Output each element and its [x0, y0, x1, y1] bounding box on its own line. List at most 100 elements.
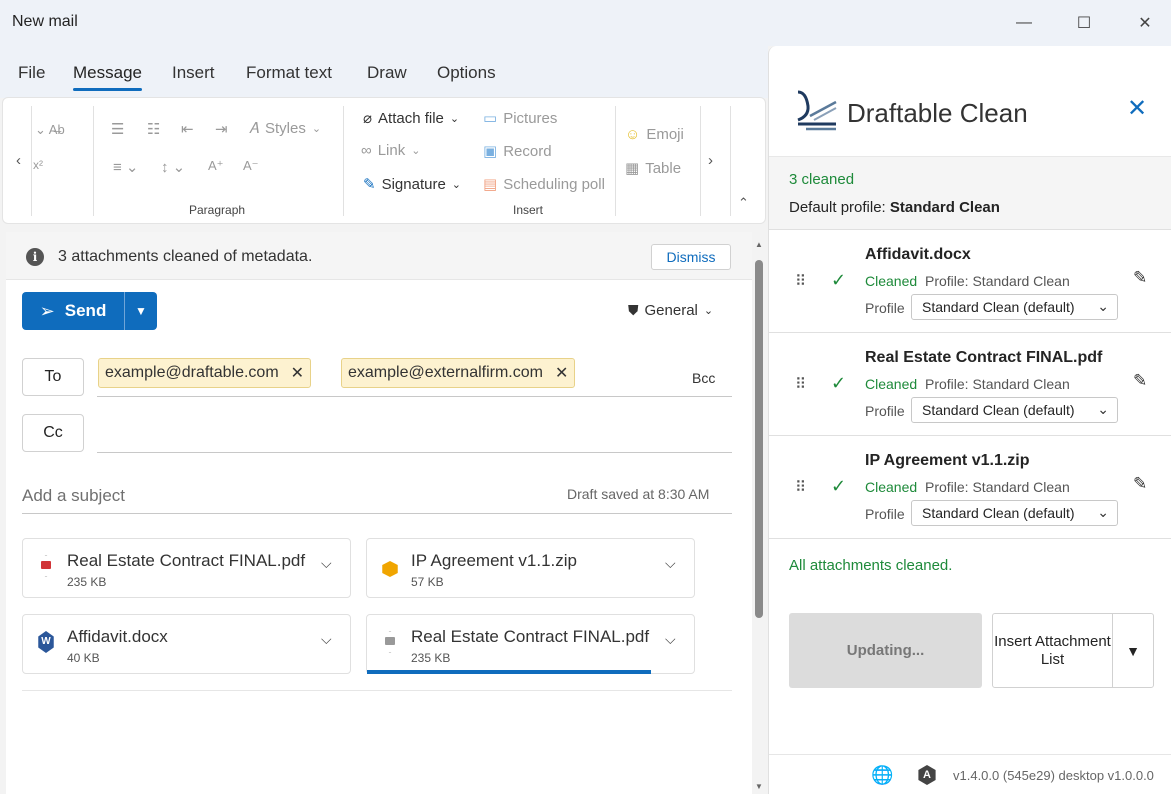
- attachment-card[interactable]: Real Estate Contract FINAL.pdf 235 KB ⌵: [366, 614, 695, 674]
- attachment-size: 57 KB: [411, 575, 444, 589]
- info-message: 3 attachments cleaned of metadata.: [58, 248, 313, 265]
- ribbon-divider: [343, 106, 344, 216]
- updating-button[interactable]: Updating...: [789, 613, 982, 688]
- profile-select[interactable]: Standard Clean (default) ⌄: [911, 500, 1118, 526]
- recipient-chip[interactable]: example@externalfirm.com ✕: [341, 358, 576, 388]
- sensitivity-label: General: [644, 302, 698, 319]
- insert-options-button[interactable]: ▼: [1113, 614, 1153, 687]
- tab-message[interactable]: Message: [73, 63, 142, 91]
- cc-field[interactable]: [97, 452, 732, 453]
- subject-input[interactable]: Add a subject: [22, 486, 125, 506]
- attachment-card[interactable]: IP Agreement v1.1.zip 57 KB ⌵: [366, 538, 695, 598]
- drag-handle-icon[interactable]: ⠿: [795, 375, 806, 393]
- minimize-button[interactable]: —: [1004, 8, 1044, 38]
- cleaned-count: 3 cleaned: [789, 171, 855, 188]
- remove-recipient-icon[interactable]: ✕: [291, 363, 304, 383]
- recipient-chip[interactable]: example@draftable.com ✕: [98, 358, 312, 388]
- close-pane-icon[interactable]: ✕: [1127, 94, 1147, 123]
- chevron-down-icon: ⌄: [449, 112, 460, 125]
- attachment-size: 235 KB: [67, 575, 107, 589]
- bullets-icon[interactable]: ☰: [111, 120, 124, 138]
- scheduling-poll-button[interactable]: ▤ Scheduling poll: [483, 175, 605, 194]
- item-status: Cleaned: [865, 376, 918, 392]
- profile-select[interactable]: Standard Clean (default) ⌄: [911, 294, 1118, 320]
- numbering-icon[interactable]: ☷: [147, 120, 160, 138]
- accessibility-icon[interactable]: A: [918, 765, 936, 785]
- caret-down-icon: ▼: [1126, 642, 1140, 659]
- emoji-button[interactable]: ☺ Emoji: [625, 126, 684, 143]
- sensitivity-dropdown[interactable]: ⛊ General ⌄: [628, 302, 713, 319]
- drag-handle-icon[interactable]: ⠿: [795, 478, 806, 496]
- line-spacing-icon[interactable]: ↕ ⌄: [161, 158, 185, 176]
- chevron-down-icon[interactable]: ⌵: [321, 631, 332, 648]
- recipient-address: example@draftable.com: [105, 364, 279, 381]
- profile-select-value: Standard Clean (default): [922, 505, 1075, 521]
- globe-icon[interactable]: 🌐: [871, 765, 893, 786]
- insert-attachment-list-group: Insert Attachment List ▼: [992, 613, 1154, 688]
- attachment-card[interactable]: Real Estate Contract FINAL.pdf 235 KB ⌵: [22, 538, 351, 598]
- to-button[interactable]: To: [22, 358, 84, 396]
- attachment-size: 235 KB: [411, 651, 451, 665]
- ribbon: ‹ ⌄ A̶b x² ☰ ☷ ⇤ ⇥ 𝐴 Styles ⌄ ≡ ⌄ ↕ ⌄ A⁺ A…: [2, 97, 766, 224]
- send-label: Send: [64, 301, 107, 320]
- tab-draw[interactable]: Draw: [367, 63, 407, 83]
- send-options-button[interactable]: ▼: [125, 292, 157, 330]
- record-button[interactable]: ▣ Record: [483, 142, 552, 161]
- dismiss-button[interactable]: Dismiss: [651, 244, 731, 270]
- all-cleaned-status: All attachments cleaned.: [789, 557, 953, 574]
- item-profile-info: Profile: Standard Clean: [925, 376, 1070, 392]
- link-button[interactable]: ∞ Link ⌄: [361, 142, 420, 159]
- emoji-label: Emoji: [646, 126, 684, 143]
- chevron-down-icon[interactable]: ⌵: [321, 555, 332, 572]
- chevron-down-icon[interactable]: ⌵: [665, 555, 676, 572]
- pictures-button[interactable]: ▭ Pictures: [483, 109, 557, 128]
- scrollbar-thumb[interactable]: [755, 260, 763, 618]
- version-info: v1.4.0.0 (545e29) desktop v1.0.0.0: [953, 768, 1154, 783]
- chevron-down-icon[interactable]: ⌵: [665, 631, 676, 648]
- close-window-button[interactable]: ✕: [1125, 8, 1165, 38]
- brand-title: Draftable Clean: [847, 98, 1028, 128]
- align-icon[interactable]: ≡ ⌄: [113, 158, 139, 176]
- drag-handle-icon[interactable]: ⠿: [795, 272, 806, 290]
- bcc-button[interactable]: Bcc: [692, 370, 715, 386]
- increase-indent-icon[interactable]: ⇥: [215, 120, 228, 138]
- font-shrink-icon[interactable]: A⁻: [243, 158, 259, 174]
- scheduling-poll-label: Scheduling poll: [503, 175, 605, 193]
- send-button[interactable]: ➢ Send: [22, 292, 125, 330]
- edit-icon[interactable]: ✎: [1133, 371, 1147, 391]
- table-button[interactable]: ▦ Table: [625, 159, 681, 178]
- default-profile-label: Default profile:: [789, 199, 886, 216]
- maximize-button[interactable]: ☐: [1064, 8, 1104, 38]
- item-name: Real Estate Contract FINAL.pdf: [865, 349, 1103, 366]
- edit-icon[interactable]: ✎: [1133, 474, 1147, 494]
- ribbon-scroll-left-icon[interactable]: ‹: [16, 152, 21, 169]
- attachment-card[interactable]: W Affidavit.docx 40 KB ⌵: [22, 614, 351, 674]
- scroll-down-icon[interactable]: ▼: [755, 782, 763, 791]
- signature-button[interactable]: ✎ Signature ⌄: [363, 175, 461, 194]
- remove-recipient-icon[interactable]: ✕: [555, 363, 568, 383]
- insert-attachment-list-button[interactable]: Insert Attachment List: [993, 614, 1113, 687]
- tab-format-text[interactable]: Format text: [246, 63, 332, 83]
- to-field-underline: [97, 396, 732, 397]
- tab-insert[interactable]: Insert: [172, 63, 215, 83]
- item-status: Cleaned: [865, 273, 918, 289]
- ribbon-divider: [615, 106, 616, 216]
- profile-select[interactable]: Standard Clean (default) ⌄: [911, 397, 1118, 423]
- styles-button[interactable]: 𝐴 Styles ⌄: [249, 120, 321, 137]
- ribbon-divider: [31, 106, 32, 216]
- info-icon: i: [26, 248, 44, 266]
- ribbon-scroll-right-icon[interactable]: ›: [708, 152, 713, 169]
- attach-file-button[interactable]: ⌀ Attach file ⌄: [363, 109, 460, 128]
- scroll-up-icon[interactable]: ▲: [755, 240, 763, 249]
- attachment-name: Real Estate Contract FINAL.pdf: [411, 627, 650, 646]
- decrease-indent-icon[interactable]: ⇤: [181, 120, 194, 138]
- collapse-ribbon-icon[interactable]: ⌃: [738, 195, 749, 211]
- attachment-name: Affidavit.docx: [67, 627, 168, 646]
- tab-file[interactable]: File: [18, 63, 45, 83]
- edit-icon[interactable]: ✎: [1133, 268, 1147, 288]
- draftable-logo-icon: [797, 90, 837, 131]
- cc-button[interactable]: Cc: [22, 414, 84, 452]
- font-grow-icon[interactable]: A⁺: [208, 158, 224, 174]
- compose-scrollbar[interactable]: ▲ ▼: [752, 232, 766, 794]
- tab-options[interactable]: Options: [437, 63, 496, 83]
